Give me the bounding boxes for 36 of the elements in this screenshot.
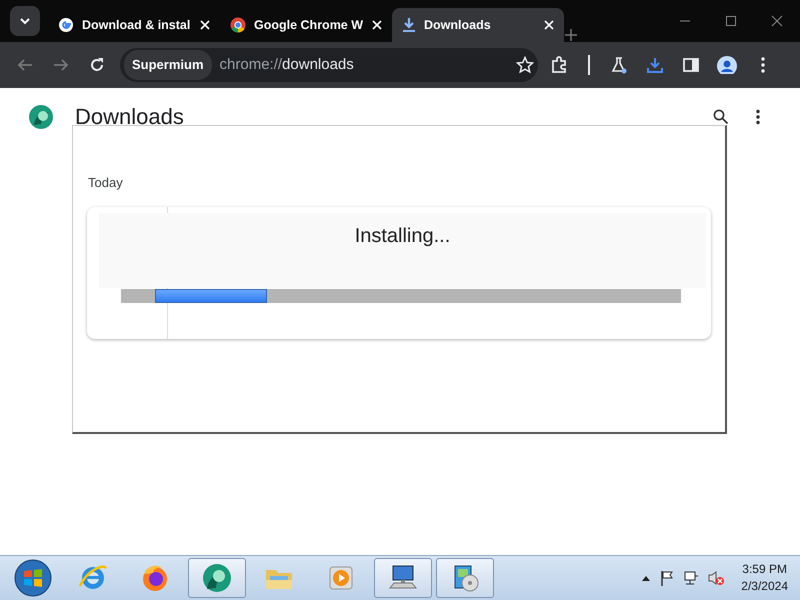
caret-icon	[19, 17, 31, 25]
tab-list-button[interactable]	[10, 6, 40, 36]
speaker-muted-icon[interactable]	[707, 570, 726, 586]
taskbar-button[interactable]	[374, 558, 432, 598]
url-text: chrome://downloads	[220, 54, 354, 75]
clock-date: 2/3/2024	[741, 578, 788, 595]
app-logo-icon	[28, 104, 54, 130]
browser-tab[interactable]: Downloads	[392, 8, 564, 42]
extensions-icon[interactable]	[550, 56, 568, 74]
maximize-icon[interactable]	[725, 15, 737, 27]
google-icon	[58, 17, 74, 33]
plus-icon[interactable]	[564, 28, 578, 42]
taskbar-button[interactable]	[436, 558, 494, 598]
more-options-icon[interactable]	[755, 109, 761, 125]
bookmark-star-icon[interactable]	[516, 56, 534, 74]
clock-time: 3:59 PM	[741, 561, 788, 578]
browser-chip[interactable]: Supermium	[124, 50, 212, 80]
browser-logo-icon	[201, 562, 233, 594]
browser-tab[interactable]: Google Chrome W	[220, 8, 392, 42]
browser-tab[interactable]: Download & instal	[48, 8, 220, 42]
section-heading: Today	[88, 174, 124, 192]
flask-icon[interactable]	[610, 56, 628, 74]
flag-icon[interactable]	[659, 570, 676, 586]
taskbar-button[interactable]	[188, 558, 246, 598]
address-bar[interactable]: Supermium chrome://downloads	[120, 48, 538, 82]
download-icon[interactable]	[646, 56, 664, 74]
status-text: Installing...	[354, 224, 450, 246]
profile-icon[interactable]	[717, 56, 737, 74]
page-title: Downloads	[75, 104, 184, 130]
side-panel-icon[interactable]	[682, 56, 700, 74]
show-hidden-icons-icon[interactable]	[641, 574, 652, 582]
network-icon[interactable]	[683, 570, 700, 586]
chrome-icon	[230, 17, 246, 33]
search-icon[interactable]	[713, 109, 729, 125]
download-icon	[402, 17, 416, 33]
reload-icon[interactable]	[88, 56, 106, 74]
